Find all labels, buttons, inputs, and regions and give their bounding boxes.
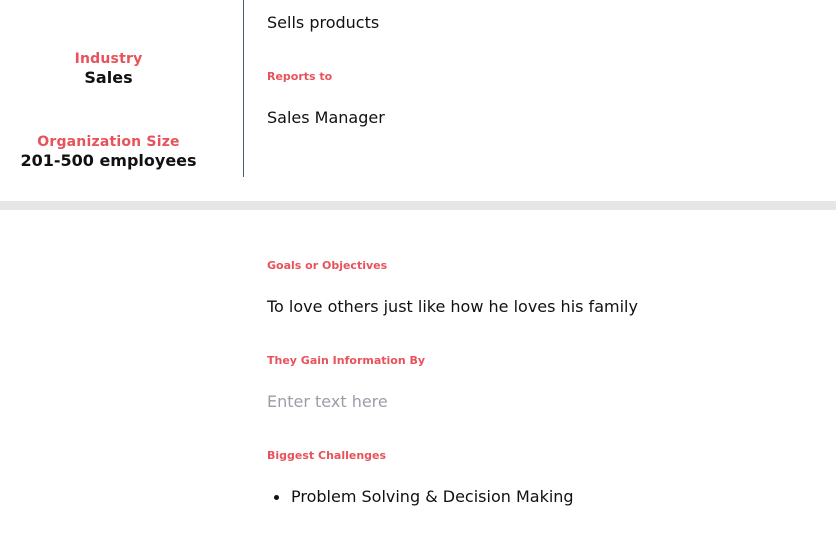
reports-to-field[interactable]: Sales Manager xyxy=(267,108,385,128)
info-sources-field[interactable]: Enter text here xyxy=(267,392,388,412)
role-description-field[interactable]: Sells products xyxy=(267,13,379,33)
reports-to-label: Reports to xyxy=(267,70,333,83)
org-size-stat: Organization Size 201-500 employees xyxy=(0,133,217,171)
goals-label: Goals or Objectives xyxy=(267,259,388,272)
goals-field[interactable]: To love others just like how he loves hi… xyxy=(267,297,638,317)
challenges-label: Biggest Challenges xyxy=(267,449,387,462)
challenges-list[interactable]: Problem Solving & Decision Making xyxy=(267,486,574,508)
persona-page: Industry Sales Organization Size 201-500… xyxy=(0,0,836,547)
industry-value[interactable]: Sales xyxy=(0,68,217,88)
info-sources-label: They Gain Information By xyxy=(267,354,426,367)
persona-overview-card: Industry Sales Organization Size 201-500… xyxy=(0,0,836,200)
list-item[interactable]: Problem Solving & Decision Making xyxy=(267,486,574,508)
challenge-text: Problem Solving & Decision Making xyxy=(291,487,574,506)
org-size-label: Organization Size xyxy=(37,134,180,150)
section-divider xyxy=(0,201,836,210)
persona-stats-column: Industry Sales Organization Size 201-500… xyxy=(0,0,244,177)
bullet-icon xyxy=(274,495,279,500)
org-size-value[interactable]: 201-500 employees xyxy=(0,151,217,171)
industry-stat: Industry Sales xyxy=(0,50,217,88)
industry-label: Industry xyxy=(74,51,143,67)
